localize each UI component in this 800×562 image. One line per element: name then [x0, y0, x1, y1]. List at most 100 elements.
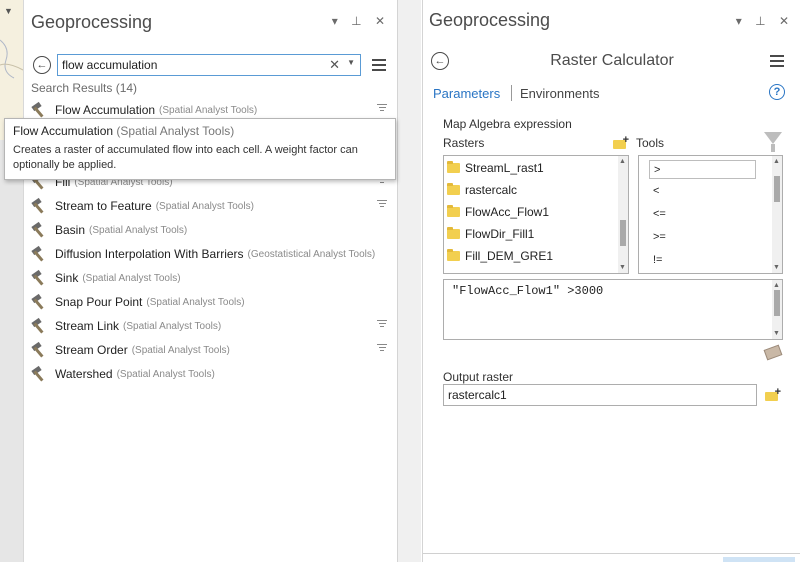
hamburger-menu-icon[interactable] — [770, 55, 784, 67]
clear-search-icon[interactable]: ✕ — [329, 57, 340, 73]
operator-item[interactable]: <= — [639, 202, 782, 225]
search-input[interactable] — [62, 57, 312, 73]
scroll-thumb[interactable] — [620, 220, 626, 246]
tool-tooltip: Flow Accumulation (Spatial Analyst Tools… — [4, 118, 396, 180]
tool-result-row[interactable]: Stream Link (Spatial Analyst Tools) — [31, 314, 391, 338]
raster-item[interactable]: FlowDir_Fill1 — [444, 223, 628, 245]
tool-name[interactable]: Stream to Feature — [55, 199, 152, 213]
tool-toolbox: (Spatial Analyst Tools) — [155, 200, 254, 212]
tool-toolbox: (Geostatistical Analyst Tools) — [247, 248, 376, 260]
map-view-edge: ▼ — [0, 0, 24, 562]
raster-folder-icon — [447, 249, 460, 261]
tool-toolbox: (Spatial Analyst Tools) — [131, 344, 230, 356]
tab-environments[interactable]: Environments — [520, 86, 599, 101]
pane-options-icon[interactable]: ▾ — [332, 14, 340, 28]
raster-name: Fill_DEM_GRE1 — [465, 249, 554, 263]
tool-name[interactable]: Stream Link — [55, 319, 119, 333]
tool-search-box[interactable]: ✕ ▼ — [57, 54, 361, 76]
back-arrow-icon[interactable]: ← — [33, 56, 51, 74]
operator-item[interactable]: >= — [639, 225, 782, 248]
help-icon[interactable]: ? — [769, 84, 785, 100]
raster-folder-icon — [447, 183, 460, 195]
raster-calculator-pane: Geoprocessing ▾ ⊥ ✕ ← Raster Calculator … — [422, 0, 800, 562]
close-icon[interactable]: ✕ — [375, 14, 387, 28]
expression-box[interactable]: "FlowAcc_Flow1" >3000 ▲ ▼ — [443, 279, 783, 340]
tool-filter-icon[interactable] — [377, 104, 387, 114]
expression-text[interactable]: "FlowAcc_Flow1" >3000 — [452, 284, 603, 298]
raster-name: rastercalc — [465, 183, 518, 197]
tool-result-row[interactable]: Diffusion Interpolation With Barriers (Ge… — [31, 242, 391, 266]
operators-scrollbar[interactable]: ▲ ▼ — [772, 156, 782, 273]
tool-toolbox: (Spatial Analyst Tools) — [82, 272, 181, 284]
hammer-tool-icon — [31, 197, 49, 214]
scroll-down-icon[interactable]: ▼ — [773, 330, 780, 337]
tool-name[interactable]: Stream Order — [55, 343, 128, 357]
scroll-down-icon[interactable]: ▼ — [619, 264, 626, 271]
search-results-count: Search Results (14) — [31, 81, 138, 95]
tool-name[interactable]: Diffusion Interpolation With Barriers — [55, 247, 244, 261]
hammer-tool-icon — [31, 365, 49, 382]
operator-item[interactable]: != — [639, 248, 782, 271]
output-raster-input[interactable] — [443, 384, 757, 406]
run-button-edge[interactable] — [723, 557, 795, 562]
tool-name[interactable]: Snap Pour Point — [55, 295, 142, 309]
tool-filter-icon[interactable] — [377, 344, 387, 354]
tab-parameters[interactable]: Parameters — [433, 86, 500, 101]
search-dropdown-chevron-icon[interactable]: ▼ — [347, 58, 355, 67]
raster-item[interactable]: StreamL_rast1 — [444, 157, 628, 179]
clear-expression-eraser-icon[interactable] — [763, 344, 783, 361]
add-raster-icon[interactable]: + — [613, 134, 629, 149]
operators-list[interactable]: > < <= >= != ▲ ▼ — [638, 155, 783, 274]
raster-item[interactable]: Fill_DEM_GRE1 — [444, 245, 628, 267]
raster-folder-icon — [447, 227, 460, 239]
scroll-up-icon[interactable]: ▲ — [619, 158, 626, 165]
pane-title-controls: ▾ ⊥ ✕ — [730, 14, 791, 28]
rasters-scrollbar[interactable]: ▲ ▼ — [618, 156, 628, 273]
tool-result-row[interactable]: Stream to Feature (Spatial Analyst Tools) — [31, 194, 391, 218]
scroll-down-icon[interactable]: ▼ — [773, 264, 780, 271]
tool-name[interactable]: Watershed — [55, 367, 113, 381]
expression-scrollbar[interactable]: ▲ ▼ — [772, 280, 782, 339]
scroll-thumb[interactable] — [774, 290, 780, 316]
scroll-thumb[interactable] — [774, 176, 780, 202]
tab-separator — [511, 85, 512, 101]
tool-name[interactable]: Sink — [55, 271, 78, 285]
hamburger-menu-icon[interactable] — [372, 59, 386, 71]
raster-name: StreamL_rast1 — [465, 161, 544, 175]
pin-icon[interactable]: ⊥ — [755, 14, 767, 28]
tool-name[interactable]: Basin — [55, 223, 85, 237]
scroll-up-icon[interactable]: ▲ — [773, 282, 780, 289]
pin-icon[interactable]: ⊥ — [351, 14, 363, 28]
hammer-tool-icon — [31, 317, 49, 334]
operator-item[interactable]: > — [649, 160, 756, 179]
hammer-tool-icon — [31, 341, 49, 358]
tool-title: Raster Calculator — [550, 52, 674, 69]
hammer-tool-icon — [31, 293, 49, 310]
hammer-tool-icon — [31, 221, 49, 238]
tool-result-row[interactable]: Sink (Spatial Analyst Tools) — [31, 266, 391, 290]
tool-result-row[interactable]: Watershed (Spatial Analyst Tools) — [31, 362, 391, 386]
pane-title: Geoprocessing — [429, 10, 551, 30]
tools-label: Tools — [636, 136, 665, 150]
tool-result-row[interactable]: Basin (Spatial Analyst Tools) — [31, 218, 391, 242]
hammer-tool-icon — [31, 245, 49, 262]
pane-footer-divider — [423, 553, 800, 554]
map-dropdown-arrow-icon[interactable]: ▼ — [4, 6, 13, 16]
scroll-up-icon[interactable]: ▲ — [773, 158, 780, 165]
pane-options-icon[interactable]: ▾ — [736, 14, 744, 28]
operator-item[interactable]: < — [639, 179, 782, 202]
raster-item[interactable]: FlowAcc_Flow1 — [444, 201, 628, 223]
tool-name[interactable]: Flow Accumulation — [55, 103, 155, 117]
tool-filter-icon[interactable] — [377, 320, 387, 330]
rasters-list[interactable]: StreamL_rast1 rastercalc FlowAcc_Flow1 Flow… — [443, 155, 629, 274]
browse-output-icon[interactable]: + — [765, 386, 781, 401]
tool-result-row[interactable]: Snap Pour Point (Spatial Analyst Tools) — [31, 290, 391, 314]
tooltip-tool-name: Flow Accumulation — [13, 124, 114, 138]
filter-funnel-icon[interactable] — [764, 132, 782, 152]
map-algebra-label: Map Algebra expression — [443, 117, 572, 131]
raster-item[interactable]: rastercalc — [444, 179, 628, 201]
tool-result-row[interactable]: Stream Order (Spatial Analyst Tools) — [31, 338, 391, 362]
tool-filter-icon[interactable] — [377, 200, 387, 210]
pane-divider — [398, 0, 421, 562]
close-icon[interactable]: ✕ — [779, 14, 791, 28]
